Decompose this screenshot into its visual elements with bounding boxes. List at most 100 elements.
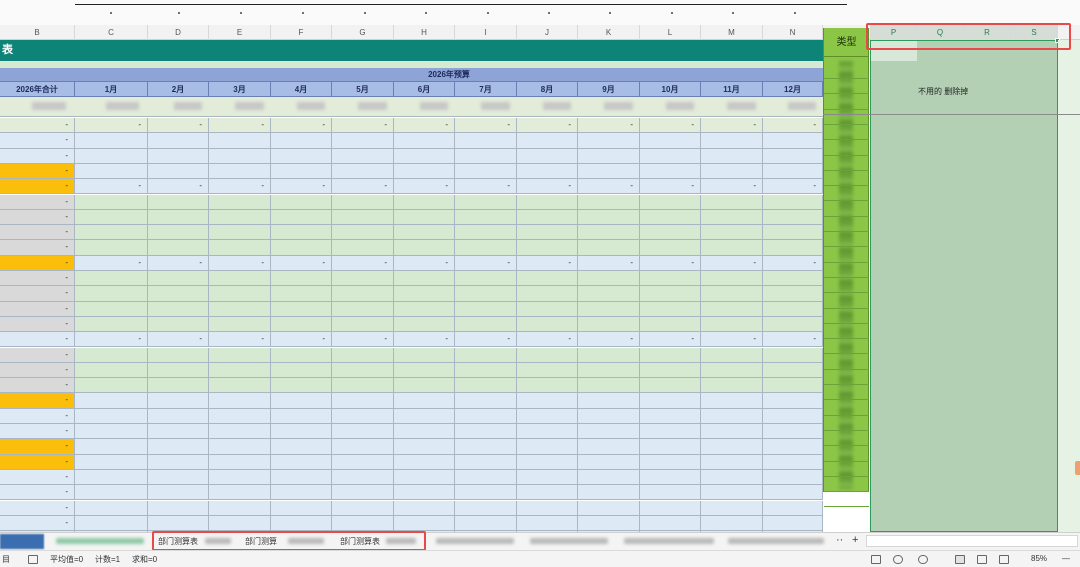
sheet-tab-blurred[interactable] [436,538,514,544]
grid-cell[interactable] [763,485,823,501]
grid-cell[interactable] [75,209,148,226]
grid-cell[interactable] [517,316,578,333]
column-header-b[interactable]: B [0,25,75,40]
grid-cell[interactable] [640,408,701,424]
grid-cell[interactable] [209,209,271,226]
grid-cell[interactable]: - [455,179,517,195]
grid-cell[interactable] [271,225,332,241]
grid-cell[interactable] [75,362,148,379]
grid-cell[interactable] [394,194,455,210]
grid-cell[interactable] [148,424,209,440]
grid-cell[interactable] [75,408,148,424]
grid-cell[interactable] [455,163,517,180]
grid-cell[interactable]: - [0,347,75,363]
grid-cell[interactable] [394,515,455,532]
grid-cell[interactable]: - [763,179,823,195]
grid-cell[interactable] [148,393,209,409]
grid-cell[interactable]: - [0,362,75,379]
grid-cell[interactable] [517,469,578,486]
grid-cell[interactable] [763,301,823,317]
active-cell[interactable] [871,41,917,61]
grid-cell[interactable] [148,316,209,333]
column-header-k[interactable]: K [578,25,640,40]
grid-cell[interactable]: - [0,469,75,486]
grid-cell[interactable] [701,347,763,363]
grid-cell[interactable] [271,316,332,333]
grid-cell[interactable] [332,393,394,409]
grid-cell[interactable] [578,485,640,501]
grid-cell[interactable] [271,439,332,455]
grid-cell[interactable]: - [0,424,75,440]
grid-cell[interactable] [455,271,517,287]
grid-cell[interactable] [209,515,271,532]
column-header-h[interactable]: H [394,25,455,40]
grid-cell[interactable]: - [148,332,209,348]
grid-cell[interactable] [394,439,455,455]
grid-cell[interactable] [271,163,332,180]
grid-cell[interactable] [701,240,763,256]
grid-cell[interactable]: - [763,118,823,134]
column-header-j[interactable]: J [517,25,578,40]
grid-cell[interactable] [578,301,640,317]
grid-cell[interactable] [578,362,640,379]
grid-cell[interactable] [701,469,763,486]
grid-cell[interactable] [578,286,640,302]
grid-cell[interactable] [701,225,763,241]
grid-cell[interactable] [271,469,332,486]
grid-cell[interactable] [394,271,455,287]
grid-cell[interactable] [455,286,517,302]
grid-cell[interactable] [271,393,332,409]
grid-cell[interactable] [209,286,271,302]
grid-cell[interactable] [332,454,394,470]
grid-cell[interactable]: - [271,118,332,134]
grid-cell[interactable] [209,439,271,455]
grid-cell[interactable]: - [0,393,75,409]
grid-cell[interactable] [701,439,763,455]
grid-cell[interactable] [148,133,209,149]
grid-cell[interactable] [394,500,455,516]
grid-cell[interactable]: - [455,332,517,348]
grid-cell[interactable] [75,133,148,149]
grid-cell[interactable] [394,225,455,241]
grid-cell[interactable] [332,424,394,440]
grid-cell[interactable] [332,408,394,424]
grid-cell[interactable] [455,393,517,409]
grid-cell[interactable] [332,439,394,455]
grid-cell[interactable] [640,286,701,302]
grid-cell[interactable] [148,301,209,317]
grid-cell[interactable]: - [763,255,823,271]
grid-cell[interactable]: - [209,179,271,195]
grid-cell[interactable] [271,500,332,516]
grid-cell[interactable] [640,424,701,440]
grid-cell[interactable] [701,393,763,409]
grid-cell[interactable] [75,148,148,164]
grid-cell[interactable] [148,515,209,532]
grid-cell[interactable] [578,500,640,516]
grid-cell[interactable]: - [578,255,640,271]
zoom-out-button[interactable]: — [1062,554,1070,563]
grid-cell[interactable]: - [0,148,75,164]
grid-cell[interactable] [75,240,148,256]
grid-cell[interactable]: - [701,179,763,195]
grid-cell[interactable] [209,424,271,440]
grid-cell[interactable] [75,515,148,532]
grid-cell[interactable] [209,378,271,394]
grid-cell[interactable]: - [0,408,75,424]
grid-cell[interactable] [640,439,701,455]
grid-cell[interactable]: - [0,500,75,516]
grid-cell[interactable] [271,148,332,164]
grid-cell[interactable] [640,163,701,180]
grid-cell[interactable] [455,316,517,333]
grid-cell[interactable]: - [75,179,148,195]
grid-cell[interactable] [763,194,823,210]
side-panel-tab[interactable] [1075,461,1080,475]
grid-cell[interactable] [578,316,640,333]
column-header-g[interactable]: G [332,25,394,40]
grid-cell[interactable] [763,362,823,379]
column-header-m[interactable]: M [701,25,763,40]
grid-cell[interactable] [701,485,763,501]
grid-cell[interactable] [455,301,517,317]
grid-cell[interactable] [209,194,271,210]
sheet-grid[interactable]: 表 2026年预算 2026年合计 1月 2月 3月 4月 5月 6月 7月 8月 9月 10月 11… [0,40,870,532]
grid-cell[interactable] [701,362,763,379]
